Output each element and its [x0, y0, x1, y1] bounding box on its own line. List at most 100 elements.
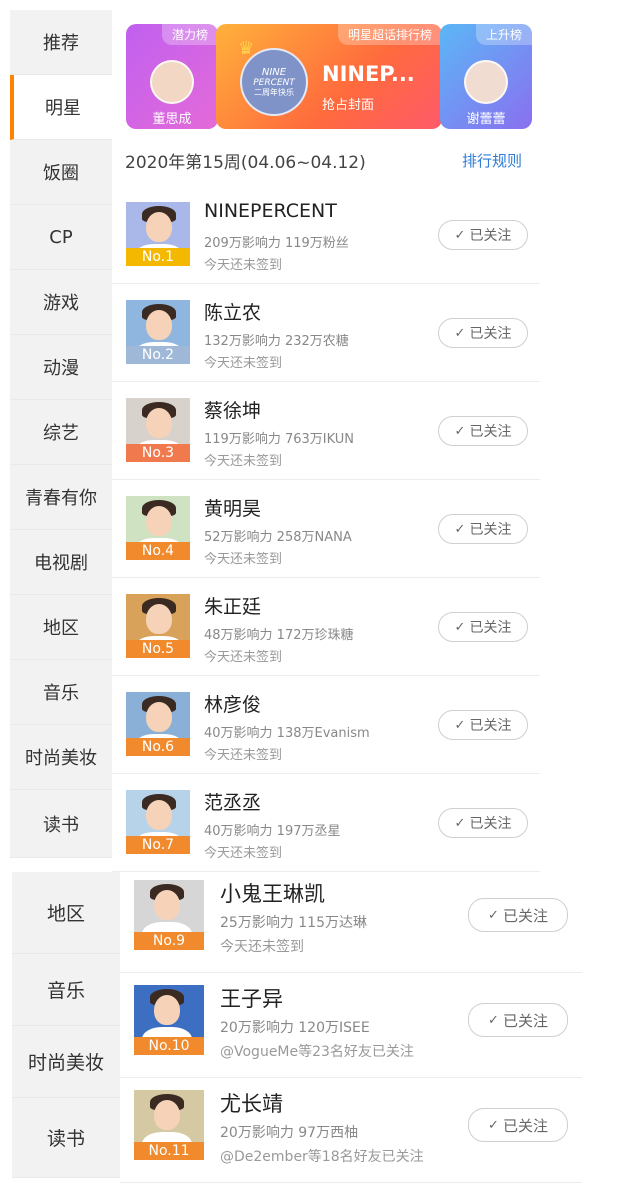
star-stats: 48万影响力 172万珍珠糖	[204, 628, 354, 643]
star-name[interactable]: NINEPERCENT	[204, 200, 337, 222]
sidebar-item-games[interactable]: 游戏	[10, 270, 112, 335]
sidebar-item-label: 动漫	[43, 358, 79, 379]
avatar-head	[146, 702, 172, 732]
followed-button[interactable]: ✓ 已关注	[438, 416, 528, 446]
sidebar-item-music[interactable]: 音乐	[10, 660, 112, 725]
followed-button[interactable]: ✓ 已关注	[438, 808, 528, 838]
sidebar-item-cp[interactable]: CP	[10, 205, 112, 270]
followed-button[interactable]: ✓ 已关注	[438, 514, 528, 544]
banner-rising-list[interactable]: 上升榜 谢蕾蕾	[440, 24, 532, 129]
followed-button[interactable]: ✓ 已关注	[438, 318, 528, 348]
sidebar-item-label: 音乐	[46, 980, 85, 1002]
rank-text: No.10	[148, 1038, 190, 1054]
star-name[interactable]: 范丞丞	[204, 788, 261, 815]
star-name[interactable]: 林彦俊	[204, 690, 261, 717]
followed-label: 已关注	[469, 326, 512, 342]
check-icon: ✓	[454, 815, 466, 831]
rank-text: No.7	[141, 837, 175, 853]
banner-tag: 潜力榜	[161, 24, 218, 45]
banner-potential-list[interactable]: 潜力榜 董思成	[126, 24, 218, 129]
followed-button[interactable]: ✓ 已关注	[468, 898, 568, 932]
avatar-head	[146, 310, 172, 340]
star-name[interactable]: 陈立农	[204, 298, 261, 325]
avatar[interactable]: No.1	[126, 202, 190, 266]
sidebar-item-music[interactable]: 音乐	[12, 954, 120, 1026]
star-stats: 20万影响力 120万ISEE	[220, 1020, 370, 1036]
avatar[interactable]: No.7	[126, 790, 190, 854]
banner-star-ranking[interactable]: 明星超话排行榜 ♛ NINE PERCENT 二周年快乐 NINEP... 抢占…	[216, 24, 442, 129]
avatar[interactable]: No.4	[126, 496, 190, 560]
list-item[interactable]: No.10 王子异 20万影响力 120万ISEE @VogueMe等23名好友已关注…	[120, 973, 582, 1078]
star-name[interactable]: 王子异	[220, 983, 283, 1013]
list-item[interactable]: No.3 蔡徐坤 119万影响力 763万IKUN 今天还未签到 ✓ 已关注	[112, 382, 540, 480]
banner-name: 谢蕾蕾	[466, 112, 506, 127]
avatar[interactable]: No.9	[134, 880, 204, 950]
check-icon: ✓	[488, 1012, 499, 1028]
list-item[interactable]: No.2 陈立农 132万影响力 232万农糖 今天还未签到 ✓ 已关注	[112, 284, 540, 382]
sidebar-item-fashion[interactable]: 时尚美妆	[10, 725, 112, 790]
week-label: 2020年第15周(04.06~04.12)	[125, 153, 366, 173]
star-name[interactable]: 黄明昊	[204, 494, 261, 521]
sidebar-item-books[interactable]: 读书	[10, 790, 112, 858]
followed-button[interactable]: ✓ 已关注	[468, 1003, 568, 1037]
star-stats: 20万影响力 97万西柚	[220, 1125, 359, 1141]
followed-label: 已关注	[469, 816, 512, 832]
sidebar-item-label: 地区	[43, 618, 79, 639]
list-item[interactable]: No.9 小鬼王琳凯 25万影响力 115万达琳 今天还未签到 ✓ 已关注	[120, 868, 582, 973]
sidebar-item-tv-series[interactable]: 电视剧	[10, 530, 112, 595]
avatar[interactable]: No.6	[126, 692, 190, 756]
followed-button[interactable]: ✓ 已关注	[438, 220, 528, 250]
avatar[interactable]: No.2	[126, 300, 190, 364]
followed-button[interactable]: ✓ 已关注	[438, 710, 528, 740]
checkin-status: 今天还未签到	[204, 552, 283, 567]
star-name[interactable]: 小鬼王琳凯	[220, 878, 325, 908]
checkin-status: @De2ember等18名好友已关注	[220, 1149, 424, 1165]
star-name[interactable]: 朱正廷	[204, 592, 261, 619]
followed-button[interactable]: ✓ 已关注	[438, 612, 528, 642]
star-name[interactable]: 蔡徐坤	[204, 396, 261, 423]
avatar	[150, 60, 194, 104]
list-item[interactable]: No.6 林彦俊 40万影响力 138万Evanism 今天还未签到 ✓ 已关注	[112, 676, 540, 774]
sidebar-item-variety[interactable]: 综艺	[10, 400, 112, 465]
list-item[interactable]: No.11 尤长靖 20万影响力 97万西柚 @De2ember等18名好友已关注 ✓ 已…	[120, 1078, 582, 1183]
star-stats: 52万影响力 258万NANA	[204, 530, 352, 545]
sidebar-item-recommend[interactable]: 推荐	[10, 10, 112, 75]
star-name[interactable]: 尤长靖	[220, 1088, 283, 1118]
star-stats: 119万影响力 763万IKUN	[204, 432, 355, 447]
sidebar-item-anime[interactable]: 动漫	[10, 335, 112, 400]
sidebar-item-region[interactable]: 地区	[10, 595, 112, 660]
sidebar-item-label: 地区	[46, 903, 85, 925]
checkin-status: 今天还未签到	[220, 939, 304, 955]
avatar[interactable]: No.3	[126, 398, 190, 462]
checkin-status: 今天还未签到	[204, 748, 283, 763]
sidebar-item-stars[interactable]: 明星	[10, 75, 112, 140]
checkin-status: 今天还未签到	[204, 258, 283, 273]
banner-tag: 上升榜	[475, 24, 532, 45]
rank-badge: No.6	[126, 738, 190, 756]
rank-badge: No.7	[126, 836, 190, 854]
list-item[interactable]: No.4 黄明昊 52万影响力 258万NANA 今天还未签到 ✓ 已关注	[112, 480, 540, 578]
rank-badge: No.3	[126, 444, 190, 462]
avatar[interactable]: No.5	[126, 594, 190, 658]
sidebar-item-books[interactable]: 读书	[12, 1098, 120, 1178]
avatar[interactable]: No.10	[134, 985, 204, 1055]
sidebar-item-fashion[interactable]: 时尚美妆	[12, 1026, 120, 1098]
check-icon: ✓	[454, 325, 466, 341]
sidebar-item-region[interactable]: 地区	[12, 872, 120, 954]
sidebar-item-fanclub[interactable]: 饭圈	[10, 140, 112, 205]
list-item[interactable]: No.7 范丞丞 40万影响力 197万丞星 今天还未签到 ✓ 已关注	[112, 774, 540, 872]
avatar[interactable]: No.11	[134, 1090, 204, 1160]
list-item[interactable]: No.1 NINEPERCENT 209万影响力 119万粉丝 今天还未签到 ✓ 已关注	[112, 186, 540, 284]
check-icon: ✓	[454, 227, 466, 243]
group-logo-avatar: NINE PERCENT 二周年快乐	[240, 48, 308, 116]
ranking-rules-link[interactable]: 排行规则	[462, 150, 522, 171]
banner-subtitle: 抢占封面	[322, 98, 375, 113]
followed-label: 已关注	[469, 228, 512, 244]
rank-badge: No.1	[126, 248, 190, 266]
sidebar-item-youth-with-you[interactable]: 青春有你	[10, 465, 112, 530]
star-stats: 132万影响力 232万农糖	[204, 334, 349, 349]
avatar-head	[154, 1100, 180, 1130]
list-item[interactable]: No.5 朱正廷 48万影响力 172万珍珠糖 今天还未签到 ✓ 已关注	[112, 578, 540, 676]
sidebar-item-label: 音乐	[43, 683, 79, 704]
followed-button[interactable]: ✓ 已关注	[468, 1108, 568, 1142]
